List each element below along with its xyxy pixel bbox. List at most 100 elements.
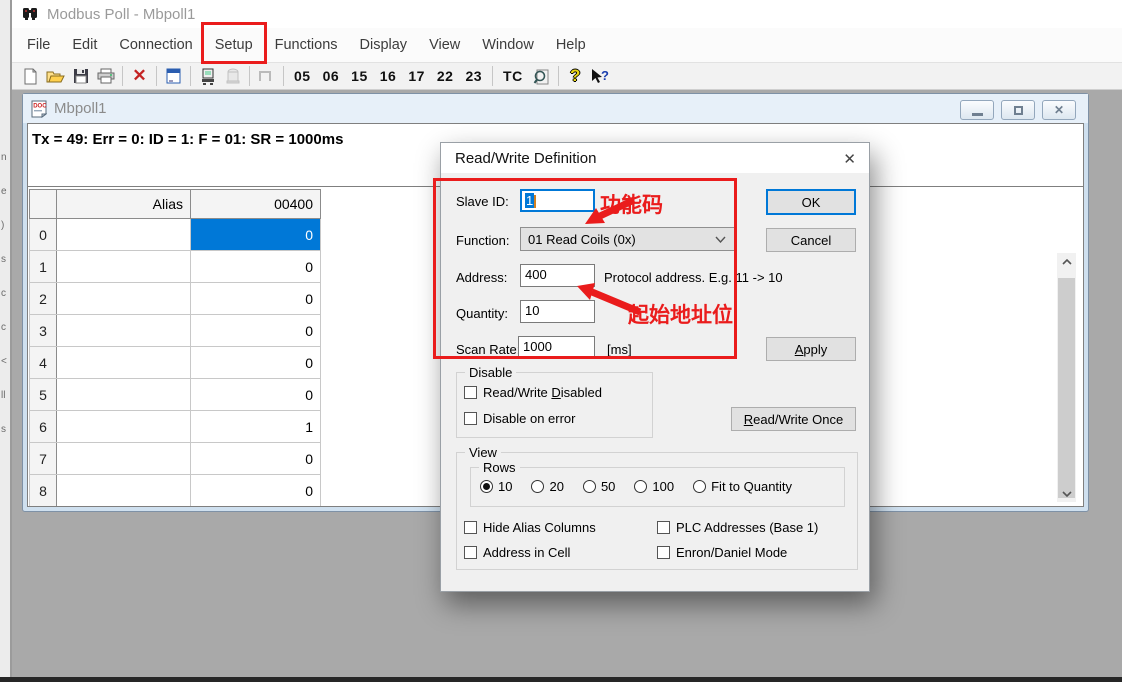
row-index[interactable]: 2 (30, 283, 57, 315)
row-index[interactable]: 4 (30, 347, 57, 379)
scroll-up-icon[interactable] (1057, 253, 1076, 270)
child-title-bar[interactable]: DOC Mbpoll1 (23, 94, 1088, 123)
scroll-down-icon[interactable] (1057, 485, 1076, 502)
menu-display[interactable]: Display (349, 28, 419, 62)
menu-edit[interactable]: Edit (61, 28, 108, 62)
cell-value[interactable]: 0 (191, 443, 321, 475)
child-close-button[interactable]: ✕ (1042, 100, 1076, 120)
svg-text:DOC: DOC (33, 103, 47, 109)
cell-alias[interactable] (57, 251, 191, 283)
delete-button[interactable]: ✕ (127, 64, 152, 88)
hide-alias-columns-checkbox[interactable]: Hide Alias Columns (464, 520, 596, 535)
rows-radio-option[interactable]: 50 (583, 479, 615, 494)
enron-daniel-mode-checkbox[interactable]: Enron/Daniel Mode (657, 545, 787, 560)
read-write-disabled-checkbox[interactable]: Read/Write Disabled (464, 385, 602, 400)
app-title: Modbus Poll - Mbpoll1 (47, 6, 195, 23)
func-22-button[interactable]: 22 (431, 68, 460, 84)
poll-button[interactable] (195, 64, 220, 88)
disable-on-error-checkbox[interactable]: Disable on error (464, 411, 576, 426)
row-index[interactable]: 8 (30, 475, 57, 507)
communication-log-button[interactable] (529, 64, 554, 88)
plc-addresses-checkbox[interactable]: PLC Addresses (Base 1) (657, 520, 818, 535)
scrollbar-thumb[interactable] (1058, 278, 1075, 498)
ok-button[interactable]: OK (766, 189, 856, 215)
grid-body: 0 0 1 0 2 0 3 0 4 0 5 0 (30, 219, 321, 507)
func-23-button[interactable]: 23 (459, 68, 488, 84)
rows-radio-option[interactable]: 10 (480, 479, 512, 494)
rows-radio-option[interactable]: Fit to Quantity (693, 479, 792, 494)
row-index[interactable]: 1 (30, 251, 57, 283)
cell-alias[interactable] (57, 283, 191, 315)
menu-setup[interactable]: Setup (204, 28, 264, 62)
rows-radio-option[interactable]: 20 (531, 479, 563, 494)
new-file-button[interactable] (18, 64, 43, 88)
delete-x-icon: ✕ (132, 66, 146, 86)
func-15-button[interactable]: 15 (345, 68, 374, 84)
func-17-button[interactable]: 17 (402, 68, 431, 84)
vertical-scrollbar[interactable] (1057, 253, 1076, 502)
rows-radio-option[interactable]: 100 (634, 479, 674, 494)
stop-poll-button[interactable] (220, 64, 245, 88)
context-help-button[interactable]: ? (588, 64, 613, 88)
table-row: 3 0 (30, 315, 321, 347)
cell-alias[interactable] (57, 443, 191, 475)
dialog-title-bar[interactable]: Read/Write Definition (441, 143, 869, 173)
func-05-button[interactable]: 05 (288, 68, 317, 84)
cell-alias[interactable] (57, 379, 191, 411)
cancel-button[interactable]: Cancel (766, 228, 856, 252)
scan-rate-input[interactable]: 1000 (518, 336, 595, 359)
row-index[interactable]: 0 (30, 219, 57, 251)
cell-value[interactable]: 0 (191, 283, 321, 315)
cell-alias[interactable] (57, 315, 191, 347)
child-minimize-button[interactable] (960, 100, 994, 120)
cell-value[interactable]: 0 (191, 347, 321, 379)
cell-alias[interactable] (57, 219, 191, 251)
print-button[interactable] (93, 64, 118, 88)
row-index[interactable]: 6 (30, 411, 57, 443)
function-dropdown[interactable]: 01 Read Coils (0x) (520, 227, 735, 251)
open-file-button[interactable] (43, 64, 68, 88)
corner-header-cell[interactable] (30, 190, 57, 219)
row-index[interactable]: 3 (30, 315, 57, 347)
cell-alias[interactable] (57, 411, 191, 443)
display-setup-button[interactable] (161, 64, 186, 88)
single-pulse-button[interactable] (254, 64, 279, 88)
app-title-bar[interactable]: Modbus Poll - Mbpoll1 (12, 0, 1122, 28)
quantity-label: Quantity: (456, 306, 508, 321)
cell-value[interactable]: 0 (191, 219, 321, 251)
row-index[interactable]: 7 (30, 443, 57, 475)
cell-value[interactable]: 0 (191, 251, 321, 283)
close-icon: ✕ (1054, 103, 1064, 117)
cell-value[interactable]: 0 (191, 475, 321, 507)
row-index[interactable]: 5 (30, 379, 57, 411)
menu-functions[interactable]: Functions (264, 28, 349, 62)
apply-button[interactable]: Apply (766, 337, 856, 361)
slave-id-input[interactable]: 1 (520, 189, 595, 212)
rows-group: Rows 10 20 50 100 Fit to Quantity (470, 467, 845, 507)
quantity-input[interactable]: 10 (520, 300, 595, 323)
menu-help[interactable]: Help (545, 28, 597, 62)
address-input[interactable]: 400 (520, 264, 595, 287)
menu-view[interactable]: View (418, 28, 471, 62)
read-write-once-button[interactable]: Read/Write Once (731, 407, 856, 431)
child-restore-button[interactable] (1001, 100, 1035, 120)
about-help-button[interactable]: ? (563, 64, 588, 88)
address-in-cell-checkbox[interactable]: Address in Cell (464, 545, 570, 560)
menu-window[interactable]: Window (471, 28, 545, 62)
cell-value[interactable]: 0 (191, 379, 321, 411)
save-button[interactable] (68, 64, 93, 88)
menu-file[interactable]: File (16, 28, 61, 62)
func-16-button[interactable]: 16 (374, 68, 403, 84)
cell-alias[interactable] (57, 475, 191, 507)
cell-value[interactable]: 0 (191, 315, 321, 347)
window-panel-icon (166, 68, 181, 84)
test-center-button[interactable]: TC (497, 68, 529, 84)
menu-connection[interactable]: Connection (108, 28, 203, 62)
address-column-header[interactable]: 00400 (191, 190, 321, 219)
dialog-close-icon[interactable]: ✕ (843, 150, 856, 168)
cell-alias[interactable] (57, 347, 191, 379)
alias-column-header[interactable]: Alias (57, 190, 191, 219)
read-write-definition-dialog: Read/Write Definition ✕ Slave ID: 1 Func… (440, 142, 870, 592)
func-06-button[interactable]: 06 (317, 68, 346, 84)
cell-value[interactable]: 1 (191, 411, 321, 443)
